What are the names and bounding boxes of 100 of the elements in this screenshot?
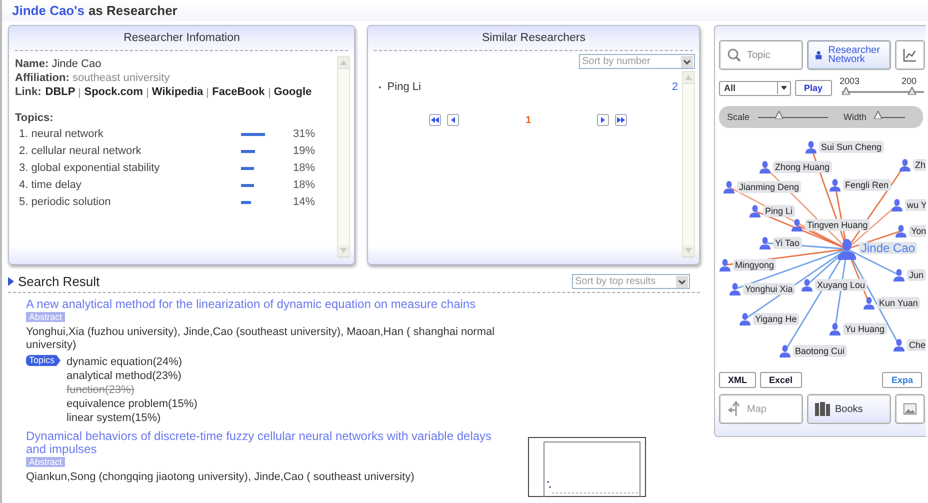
books-icon: [815, 402, 831, 416]
node-label[interactable]: Sui Sun Cheng: [819, 141, 884, 153]
last-page-button[interactable]: [615, 114, 628, 126]
person-icon[interactable]: [829, 178, 841, 192]
node-label[interactable]: Jun: [907, 269, 926, 281]
profile-link[interactable]: FaceBook: [212, 86, 265, 99]
node-label[interactable]: Fengli Ren: [843, 179, 891, 191]
play-button[interactable]: Play: [795, 80, 832, 96]
person-icon[interactable]: [895, 224, 907, 238]
mode-tab[interactable]: Researcher Network: [807, 40, 891, 70]
topic-bar: [241, 200, 251, 204]
node-label[interactable]: Mingyong: [733, 259, 776, 271]
node-label[interactable]: Yu Huang: [843, 323, 887, 335]
profile-link[interactable]: Spock.com: [84, 86, 143, 99]
caret-icon: [676, 276, 688, 288]
next-page-button[interactable]: [597, 114, 610, 126]
person-icon[interactable]: [899, 158, 911, 172]
topic-bar: [241, 150, 255, 152]
node-label[interactable]: Kun Yuan: [877, 297, 920, 309]
researcher-item[interactable]: • Ping Li: [378, 81, 421, 93]
person-icon: [815, 48, 822, 62]
panel-title: Researcher Infomation: [15, 26, 348, 51]
view-tab[interactable]: [895, 394, 925, 424]
person-icon[interactable]: [739, 312, 751, 326]
person-icon[interactable]: [829, 322, 841, 336]
result-topic: function(23%): [66, 383, 136, 397]
year-label: 2003: [840, 76, 860, 86]
mode-tab[interactable]: Topic: [719, 40, 803, 70]
result-title-link[interactable]: A new analytical method for the linearization of dynamic equation on measure chains: [26, 298, 700, 311]
node-label[interactable]: Che: [907, 339, 926, 351]
caret-icon: [777, 82, 790, 94]
node-label[interactable]: Jianming Deng: [737, 181, 802, 193]
node-label[interactable]: Xuyang Lou: [815, 279, 868, 291]
person-icon[interactable]: [729, 282, 741, 296]
person-icon[interactable]: [759, 160, 771, 174]
profile-link[interactable]: DBLP: [45, 86, 76, 99]
first-page-button[interactable]: [429, 114, 442, 126]
node-label[interactable]: Zhong Huang: [773, 161, 832, 173]
year-label: 200: [902, 76, 917, 86]
person-icon[interactable]: [779, 344, 791, 358]
left-icon: [449, 116, 458, 124]
scale-label: Scale: [727, 112, 750, 122]
export-button[interactable]: XML: [719, 372, 756, 388]
node-label[interactable]: Yigang He: [753, 313, 799, 325]
profile-link[interactable]: Wikipedia: [152, 86, 204, 99]
result-title-link[interactable]: Dynamical behaviors of discrete-time fuzzy cellular neural networks with variable delays and impulses: [26, 430, 498, 456]
chart-icon: [903, 48, 917, 62]
node-label[interactable]: Zh: [913, 159, 926, 171]
person-icon[interactable]: [801, 278, 813, 292]
person-icon[interactable]: [893, 338, 905, 352]
person-icon[interactable]: [749, 204, 761, 218]
width-slider-handle[interactable]: [874, 110, 882, 118]
filter-dropdown[interactable]: All: [719, 80, 791, 96]
double-left-icon: [431, 116, 440, 124]
node-label[interactable]: Yi Tao: [773, 237, 802, 249]
name-text: Name: Jinde Cao: [15, 58, 102, 71]
topic-percent: 19%: [292, 145, 315, 157]
slider-handle[interactable]: [842, 87, 850, 95]
caret-icon: [681, 56, 693, 68]
expand-button[interactable]: Expa: [882, 372, 922, 388]
topic-bar: [241, 132, 265, 136]
result-topic: equivalence problem(15%): [66, 397, 198, 411]
search-icon: [727, 48, 741, 62]
slider-handle[interactable]: [908, 87, 916, 95]
topic-label: 5. periodic solution: [19, 196, 112, 208]
topic-bar: [241, 184, 254, 186]
count-link[interactable]: 2: [672, 81, 678, 93]
person-icon[interactable]: [759, 236, 771, 250]
node-label[interactable]: Yon: [909, 225, 926, 237]
previous-page-button[interactable]: [447, 114, 460, 126]
person-icon[interactable]: [891, 198, 903, 212]
person-icon[interactable]: [863, 296, 875, 310]
person-icon[interactable]: [723, 180, 735, 194]
node-label[interactable]: Baotong Cui: [793, 345, 847, 357]
person-icon[interactable]: [719, 258, 731, 272]
topic-label: 2. cellular neural network: [19, 145, 142, 157]
researcher-name[interactable]: Jinde Cao's: [12, 3, 84, 18]
topic-percent: 14%: [292, 196, 315, 208]
node-label[interactable]: Ping Li: [763, 205, 795, 217]
node-label[interactable]: Yonghui Xia: [743, 283, 795, 295]
topic-percent: 31%: [292, 128, 315, 140]
result-topic: analytical method(23%): [66, 369, 182, 383]
person-icon[interactable]: [837, 238, 857, 260]
result-topic: dynamic equation(24%): [66, 355, 184, 369]
triangle-icon: [8, 277, 14, 286]
scale-slider-handle[interactable]: [774, 110, 783, 118]
view-tab[interactable]: Books: [807, 394, 891, 424]
authors-text: Qiankun,Song (chongqing jiaotong university), Jinde,Cao ( southeast university): [26, 471, 416, 484]
export-button[interactable]: Excel: [760, 372, 802, 388]
person-icon[interactable]: [893, 268, 905, 282]
topic-percent: 18%: [292, 162, 315, 174]
topic-label: 3. global exponential stability: [19, 162, 161, 174]
topics-label: Topics:: [15, 112, 54, 124]
person-icon[interactable]: [805, 140, 817, 154]
person-icon[interactable]: [791, 218, 803, 232]
image-icon: [903, 402, 917, 416]
width-label: Width: [844, 112, 867, 122]
node-label[interactable]: Tingven Huang: [805, 219, 870, 231]
mode-tab[interactable]: [895, 40, 925, 70]
profile-link[interactable]: Google: [274, 86, 312, 99]
